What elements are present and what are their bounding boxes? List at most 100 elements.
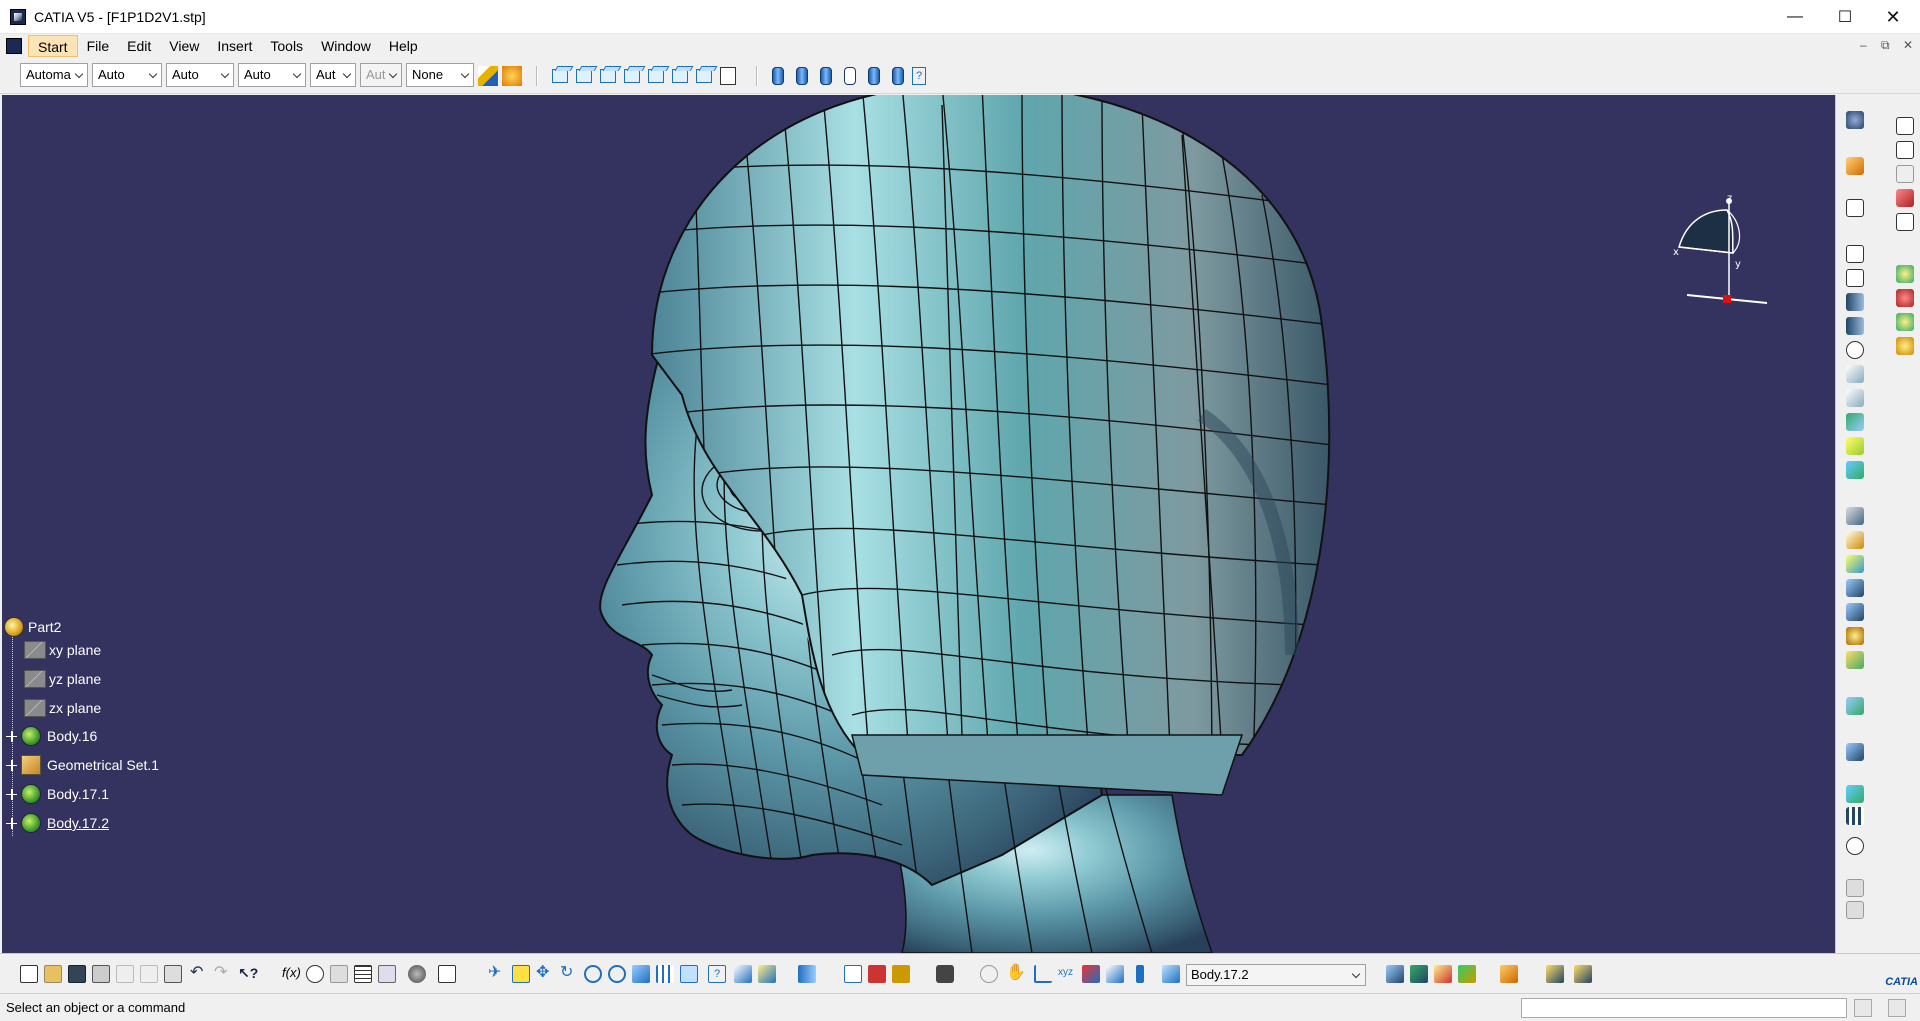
tree-node-zx-plane[interactable]: zx plane	[24, 697, 101, 719]
left-view-icon[interactable]	[624, 69, 640, 83]
capture-icon[interactable]	[936, 965, 954, 983]
maximize-button[interactable]: ☐	[1822, 0, 1868, 34]
pattern-icon[interactable]	[1846, 807, 1864, 825]
update-icon[interactable]	[798, 965, 816, 983]
top-view-icon[interactable]	[672, 69, 688, 83]
manipulation-icon[interactable]	[868, 965, 886, 983]
scene-icon[interactable]	[1896, 313, 1914, 331]
stiffener-icon[interactable]	[1846, 461, 1864, 479]
chamfer-icon[interactable]	[1846, 531, 1864, 549]
shading-icon[interactable]	[772, 67, 784, 85]
paste-icon[interactable]	[164, 965, 182, 983]
constraint-icon[interactable]	[1896, 189, 1914, 207]
dimension-icon[interactable]	[1896, 213, 1914, 231]
workbench-icon[interactable]	[1546, 965, 1564, 983]
pan-icon[interactable]: ✥	[536, 965, 554, 983]
shading-with-material-icon[interactable]	[892, 67, 904, 85]
catia-app-icon[interactable]	[10, 8, 26, 25]
cut-icon[interactable]	[116, 965, 134, 983]
expand-icon[interactable]	[6, 817, 17, 829]
isometric-view-bottom-icon[interactable]	[680, 965, 698, 983]
menu-help[interactable]: Help	[380, 35, 427, 57]
measure-icon[interactable]	[1846, 837, 1864, 855]
remove-face-icon[interactable]	[1846, 651, 1864, 669]
expand-icon[interactable]	[6, 788, 17, 800]
layer-combo[interactable]: None	[406, 63, 474, 87]
text-annotation-icon[interactable]	[1896, 117, 1914, 135]
body-select-icon[interactable]	[1162, 965, 1180, 983]
axis-system-icon[interactable]	[1034, 965, 1052, 983]
draft-icon[interactable]	[1846, 555, 1864, 573]
workbench-switch-icon[interactable]	[1574, 965, 1592, 983]
save-icon[interactable]	[68, 965, 86, 983]
rule-icon[interactable]	[1434, 965, 1452, 983]
tree-node-yz-plane[interactable]: yz plane	[24, 668, 101, 690]
tree-node-part2[interactable]: Part2	[4, 616, 61, 638]
3d-viewport[interactable]: z x y z x y	[2, 95, 1835, 953]
rib-icon[interactable]	[1846, 365, 1864, 383]
select-icon[interactable]	[1846, 157, 1864, 175]
comment-icon[interactable]	[306, 965, 324, 983]
render-icon[interactable]	[1896, 265, 1914, 283]
doc-minimize-icon[interactable]: –	[1860, 38, 1867, 52]
print-icon[interactable]	[92, 965, 110, 983]
named-views-icon[interactable]	[720, 67, 736, 85]
refresh-icon[interactable]	[980, 965, 998, 983]
rotate-icon[interactable]: ↻	[560, 965, 578, 983]
power-input-icon[interactable]	[1854, 999, 1872, 1017]
doc-close-icon[interactable]: ✕	[1903, 38, 1913, 52]
color-combo[interactable]: Automa	[20, 63, 88, 87]
check-icon[interactable]	[1458, 965, 1476, 983]
expand-icon[interactable]	[6, 759, 17, 771]
linetype-combo[interactable]: Auto	[238, 63, 306, 87]
analysis-icon[interactable]	[1846, 901, 1864, 919]
customize-view-icon[interactable]: ?	[912, 67, 926, 85]
new-icon[interactable]	[20, 965, 38, 983]
annotation-icon[interactable]	[1896, 165, 1914, 183]
current-body-combo[interactable]: Body.17.2	[1186, 964, 1366, 986]
head-model-render[interactable]	[2, 95, 1835, 953]
tree-node-body-17-1[interactable]: Body.17.1	[6, 783, 109, 805]
shell-icon[interactable]	[1846, 579, 1864, 597]
design-table-icon[interactable]	[354, 965, 372, 983]
tree-node-geometrical-set-1[interactable]: Geometrical Set.1	[6, 754, 159, 776]
copy-icon[interactable]	[140, 965, 158, 983]
point-symbol-combo[interactable]: Aut	[310, 63, 356, 87]
thickness-icon[interactable]	[1846, 603, 1864, 621]
zoom-out-icon[interactable]	[608, 965, 626, 983]
zoom-in-icon[interactable]	[584, 965, 602, 983]
hyperlink-icon[interactable]	[330, 965, 348, 983]
wireframe-icon[interactable]	[844, 67, 856, 85]
multi-view-icon[interactable]	[656, 965, 674, 983]
close-button[interactable]: ✕	[1870, 0, 1916, 34]
thread-icon[interactable]	[1846, 627, 1864, 645]
menu-view[interactable]: View	[160, 35, 208, 57]
minimize-button[interactable]: —	[1772, 0, 1818, 34]
painter-icon[interactable]	[478, 66, 498, 86]
knowledge-icon[interactable]	[1410, 965, 1428, 983]
sketch-icon[interactable]	[1846, 199, 1864, 217]
instant-2d-icon[interactable]	[1386, 965, 1404, 983]
stop-icon[interactable]	[892, 965, 910, 983]
law-icon[interactable]	[378, 965, 396, 983]
shading-with-edges-icon[interactable]	[796, 67, 808, 85]
material-icon[interactable]	[1896, 289, 1914, 307]
rendering-style-combo[interactable]: Aut	[360, 63, 402, 87]
swap-visible-space-icon[interactable]	[758, 965, 776, 983]
hide-show-icon[interactable]	[734, 965, 752, 983]
redo-icon[interactable]: ↷	[214, 965, 232, 983]
properties-wand-icon[interactable]	[502, 66, 522, 86]
3d-axis-icon[interactable]	[1082, 965, 1100, 983]
shading-without-smooth-edges-icon[interactable]	[820, 67, 832, 85]
cancel-command-icon[interactable]	[1888, 999, 1906, 1017]
normal-view-icon[interactable]	[632, 965, 650, 983]
remove-loft-icon[interactable]	[1846, 437, 1864, 455]
mirror-icon[interactable]	[1846, 743, 1864, 761]
hand-icon[interactable]: ✋	[1006, 965, 1026, 983]
fit-all-icon[interactable]	[512, 965, 530, 983]
edge-fillet-icon[interactable]	[1846, 507, 1864, 525]
slot-icon[interactable]	[1846, 389, 1864, 407]
front-view-icon[interactable]	[576, 69, 592, 83]
translation-icon[interactable]	[1846, 697, 1864, 715]
fly-mode-icon[interactable]: ✈	[488, 965, 506, 983]
